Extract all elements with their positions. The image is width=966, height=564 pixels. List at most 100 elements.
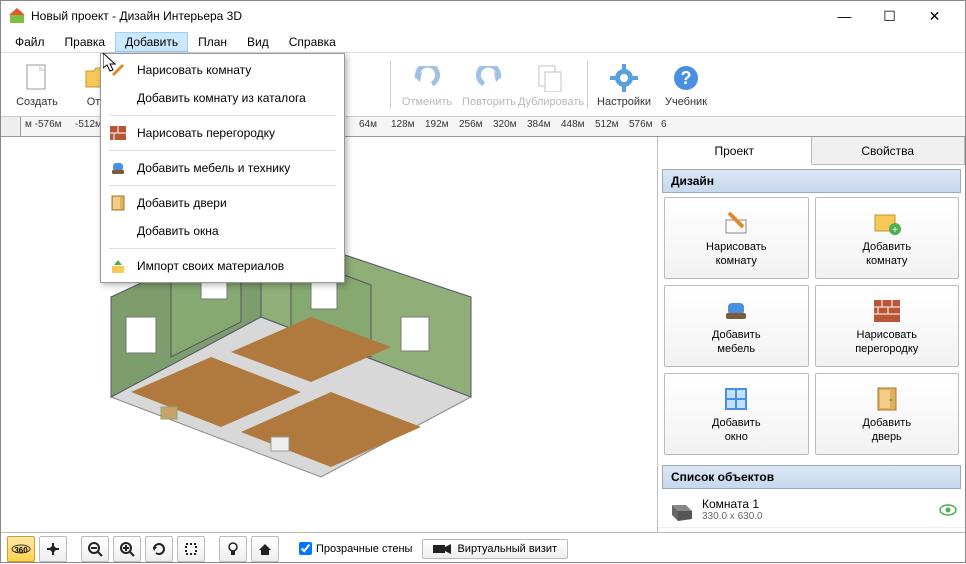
brick-wall-icon: [872, 296, 902, 326]
menu-file[interactable]: Файл: [5, 32, 55, 52]
toolbar-redo[interactable]: Повторить: [459, 56, 519, 114]
card-label: Добавить мебель: [712, 329, 761, 355]
menu-separator: [109, 248, 336, 249]
toolbar-separator: [390, 61, 391, 109]
cube-icon: [666, 499, 694, 521]
gear-icon: [608, 62, 640, 94]
add-menu-dropdown: Нарисовать комнату Добавить комнату из к…: [100, 53, 345, 283]
menu-item-label: Нарисовать перегородку: [137, 126, 275, 140]
card-add-furniture[interactable]: Добавить мебель: [664, 285, 809, 367]
right-panel: Проект Свойства Дизайн Нарисовать комнат…: [657, 137, 965, 532]
svg-text:?: ?: [681, 68, 692, 88]
object-name: Комната 1: [702, 497, 931, 511]
menu-item-label: Добавить мебель и технику: [137, 161, 290, 175]
object-list-item[interactable]: Комната 1 330.0 x 630.0: [658, 493, 965, 528]
transparent-walls-checkbox[interactable]: Прозрачные стены: [299, 542, 412, 555]
ruler-tick: 256м: [459, 117, 483, 136]
menu-draw-partition[interactable]: Нарисовать перегородку: [103, 119, 342, 147]
room-plus-icon: +: [872, 208, 902, 238]
section-objects-header: Список объектов: [662, 465, 961, 489]
card-add-room[interactable]: + Добавить комнату: [815, 197, 960, 279]
window-title: Новый проект - Дизайн Интерьера 3D: [31, 9, 822, 23]
app-icon: [9, 8, 25, 24]
titlebar: Новый проект - Дизайн Интерьера 3D — ☐ ✕: [1, 1, 965, 31]
card-label: Добавить комнату: [862, 241, 911, 267]
ruler-tick: 512м: [595, 117, 619, 136]
card-add-door[interactable]: Добавить дверь: [815, 373, 960, 455]
transparent-walls-label: Прозрачные стены: [316, 543, 412, 555]
ruler-tick: 384м: [527, 117, 551, 136]
home-button[interactable]: [251, 536, 279, 562]
pan-button[interactable]: [39, 536, 67, 562]
toolbar-duplicate-label: Дублировать: [518, 96, 584, 108]
menu-plan[interactable]: План: [188, 32, 237, 52]
ruler-tick: 320м: [493, 117, 517, 136]
toolbar-undo[interactable]: Отменить: [397, 56, 457, 114]
cursor-icon: [103, 53, 117, 73]
tab-project[interactable]: Проект: [658, 137, 812, 165]
menu-help[interactable]: Справка: [279, 32, 346, 52]
virtual-visit-button[interactable]: Виртуальный визит: [422, 539, 568, 559]
card-add-window[interactable]: Добавить окно: [664, 373, 809, 455]
zoom-in-button[interactable]: [113, 536, 141, 562]
ruler-tick: м -576м: [25, 117, 62, 136]
toolbar-redo-label: Повторить: [462, 96, 516, 108]
toolbar-duplicate[interactable]: Дублировать: [521, 56, 581, 114]
bottombar: 360 Прозрачные стены Виртуальный визит: [1, 532, 965, 564]
panel-tabs: Проект Свойства: [658, 137, 965, 165]
ruler-tick: 576м: [629, 117, 653, 136]
card-label: Нарисовать перегородку: [855, 329, 918, 355]
virtual-visit-label: Виртуальный визит: [457, 543, 557, 555]
tab-properties[interactable]: Свойства: [812, 137, 966, 164]
ruler-tick: 64м: [359, 117, 377, 136]
menu-add[interactable]: Добавить: [115, 32, 188, 52]
card-label: Добавить окно: [712, 417, 761, 443]
toolbar-tutorial-label: Учебник: [665, 96, 707, 108]
crop-button[interactable]: [177, 536, 205, 562]
card-draw-room[interactable]: Нарисовать комнату: [664, 197, 809, 279]
svg-text:+: +: [892, 225, 898, 235]
object-list-item[interactable]: Комната 2: [658, 528, 965, 532]
menu-import-materials[interactable]: Импорт своих материалов: [103, 252, 342, 280]
menu-edit[interactable]: Правка: [55, 32, 116, 52]
ruler-tick: 448м: [561, 117, 585, 136]
refresh-button[interactable]: [145, 536, 173, 562]
menu-add-windows[interactable]: Добавить окна: [103, 217, 342, 245]
menubar: Файл Правка Добавить План Вид Справка: [1, 31, 965, 53]
toolbar-tutorial[interactable]: ? Учебник: [656, 56, 716, 114]
menu-separator: [109, 185, 336, 186]
import-icon: [109, 257, 127, 275]
zoom-out-button[interactable]: [81, 536, 109, 562]
menu-add-doors[interactable]: Добавить двери: [103, 189, 342, 217]
card-label: Нарисовать комнату: [706, 241, 766, 267]
armchair-icon: [109, 159, 127, 177]
menu-view[interactable]: Вид: [237, 32, 279, 52]
object-dimensions: 330.0 x 630.0: [702, 511, 931, 523]
close-button[interactable]: ✕: [912, 2, 957, 31]
redo-icon: [473, 62, 505, 94]
card-draw-partition[interactable]: Нарисовать перегородку: [815, 285, 960, 367]
menu-add-furniture[interactable]: Добавить мебель и технику: [103, 154, 342, 182]
view-360-button[interactable]: 360: [7, 536, 35, 562]
toolbar-settings[interactable]: Настройки: [594, 56, 654, 114]
brick-icon: [109, 124, 127, 142]
light-button[interactable]: [219, 536, 247, 562]
menu-item-label: Добавить двери: [137, 196, 227, 210]
minimize-button[interactable]: —: [822, 2, 867, 31]
door-icon: [872, 384, 902, 414]
window-icon: [721, 384, 751, 414]
door-icon: [109, 194, 127, 212]
toolbar-create[interactable]: Создать: [7, 56, 67, 114]
maximize-button[interactable]: ☐: [867, 2, 912, 31]
transparent-walls-input[interactable]: [299, 542, 312, 555]
duplicate-icon: [535, 62, 567, 94]
ruler-tick: 128м: [391, 117, 415, 136]
toolbar-separator: [587, 61, 588, 109]
menu-draw-room[interactable]: Нарисовать комнату: [103, 56, 342, 84]
menu-add-catalog-room[interactable]: Добавить комнату из каталога: [103, 84, 342, 112]
new-file-icon: [21, 62, 53, 94]
visibility-eye-icon[interactable]: [939, 504, 957, 516]
ruler-tick: 6: [661, 117, 667, 136]
camera-icon: [433, 543, 451, 555]
menu-item-label: Добавить окна: [137, 224, 219, 238]
